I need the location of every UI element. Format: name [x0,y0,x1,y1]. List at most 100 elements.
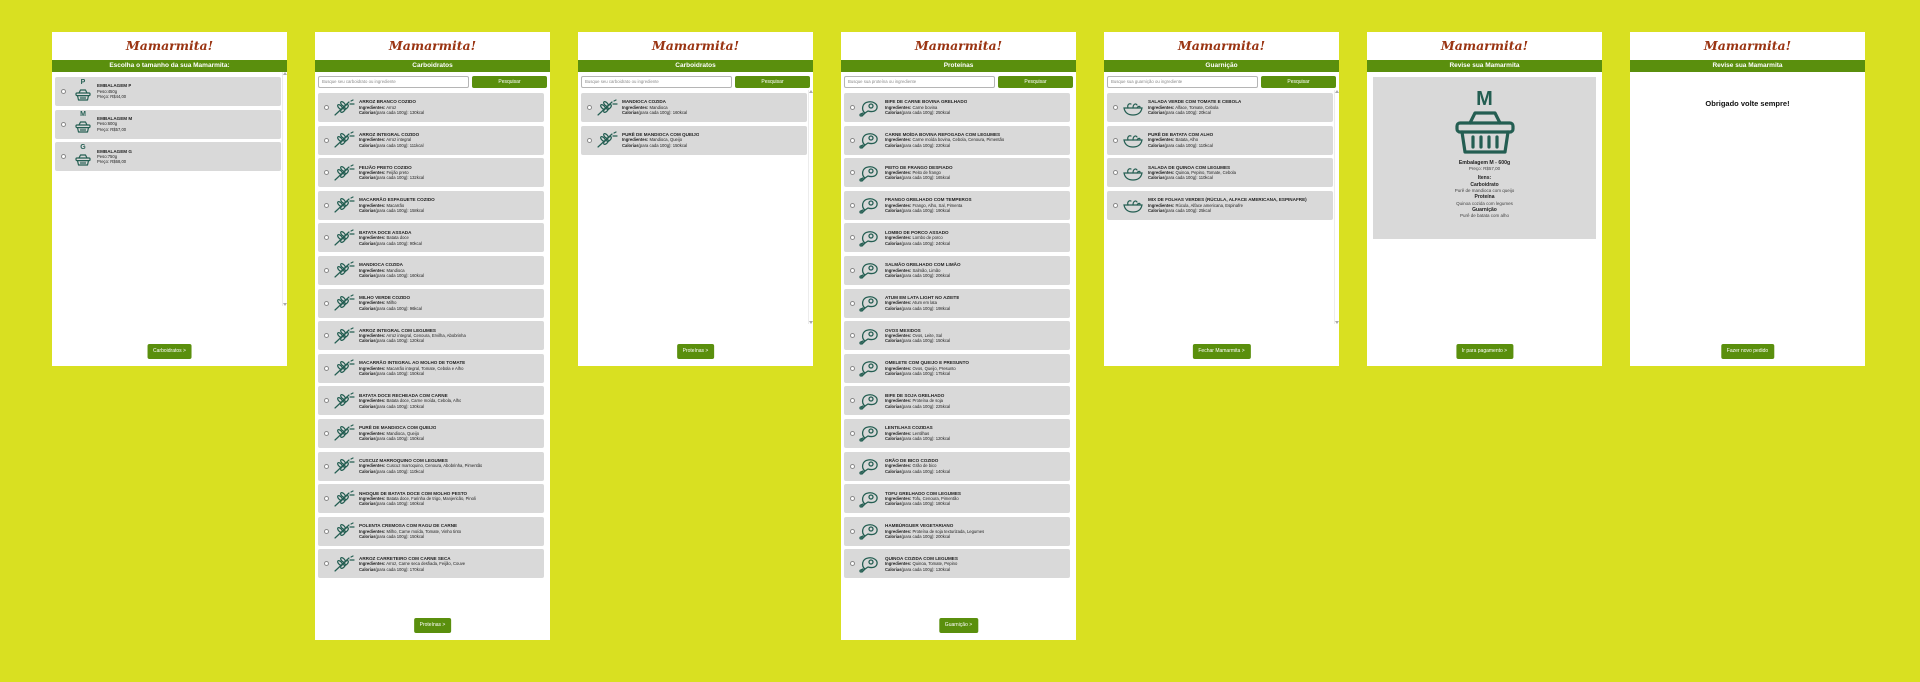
search-input[interactable]: Busque seu carboidrato ou ingrediente [318,76,469,88]
search-button[interactable]: Pesquisar [735,76,810,88]
radio-button[interactable] [61,89,66,94]
search-input[interactable]: Busque seu carboidrato ou ingrediente [581,76,732,88]
carb-option[interactable]: FEIJÃO PRETO COZIDO Ingredientes: Feijão … [318,158,544,188]
radio-button[interactable] [850,267,855,273]
radio-button[interactable] [324,561,329,567]
size-option[interactable]: P EMBALAGEM P Peso:450g Preço: R$44,00 [55,77,281,106]
radio-button[interactable] [850,430,855,436]
radio-button[interactable] [324,267,329,273]
protein-option[interactable]: CARNE MOÍDA BOVINA REFOGADA COM LEGUMES I… [844,125,1070,155]
radio-button[interactable] [850,561,855,567]
carb-option[interactable]: MILHO VERDE COZIDO Ingredientes: Milho Cal… [318,288,544,318]
protein-option[interactable]: OVOS MEXIDOS Ingredientes: Ovos, Leite, S… [844,321,1070,351]
payment-button[interactable]: Ir para pagamento > [1455,344,1514,359]
radio-button[interactable] [324,398,329,404]
radio-button[interactable] [1113,137,1118,143]
next-button[interactable]: Guarnição > [938,618,979,633]
radio-button[interactable] [850,333,855,339]
side-option[interactable]: SALADA DE QUINOA COM LEGUMES Ingredientes… [1107,158,1333,188]
next-button[interactable]: Proteínas > [676,344,715,359]
radio-button[interactable] [324,300,329,306]
radio-button[interactable] [1113,170,1118,176]
carb-option[interactable]: BATATA DOCE RECHEADA COM CARNE Ingredient… [318,386,544,416]
carb-option[interactable]: POLENTA CREMOSA COM RAGU DE CARNE Ingredi… [318,516,544,546]
ingredients-label: Ingredientes: [359,463,386,469]
search-input[interactable]: Busque sua proteína ou ingrediente [844,76,995,88]
protein-option[interactable]: GRÃO DE BICO COZIDO Ingredientes: Grão de… [844,451,1070,481]
search-input[interactable]: Busque sua guarnição ou ingrediente [1107,76,1258,88]
scrollbar[interactable] [1334,90,1339,324]
side-option[interactable]: SALADA VERDE COM TOMATE E CEBOLA Ingredie… [1107,93,1333,122]
radio-button[interactable] [324,170,329,176]
radio-button[interactable] [324,333,329,339]
radio-button[interactable] [61,154,66,160]
protein-option[interactable]: QUINOA COZIDA COM LEGUMES Ingredientes: Q… [844,549,1070,579]
side-option[interactable]: PURÊ DE BATATA COM ALHO Ingredientes: Bat… [1107,125,1333,155]
carb-option[interactable]: MANDIOCA COZIDA Ingredientes: Mandioca Cal… [581,93,807,122]
radio-button[interactable] [324,365,329,371]
radio-button[interactable] [587,137,592,143]
carb-option[interactable]: PURÊ DE MANDIOCA COM QUEIJO Ingredientes:… [318,418,544,448]
radio-button[interactable] [324,137,329,143]
search-button[interactable]: Pesquisar [1261,76,1336,88]
next-button[interactable]: Fechar Mamarmita > [1192,344,1251,359]
radio-button[interactable] [850,105,855,110]
carb-option[interactable]: ARROZ INTEGRAL COZIDO Ingredientes: Arroz… [318,125,544,155]
carb-option[interactable]: NHOQUE DE BATATA DOCE COM MOLHO PESTO Ing… [318,484,544,514]
next-button[interactable]: Proteínas > [413,618,452,633]
radio-button[interactable] [850,398,855,404]
carb-option[interactable]: ARROZ BRANCO COZIDO Ingredientes: Arroz Ca… [318,93,544,122]
radio-button[interactable] [850,235,855,241]
carb-option[interactable]: CUSCUZ MARROQUINO COM LEGUMES Ingrediente… [318,451,544,481]
carb-option[interactable]: BATATA DOCE ASSADA Ingredientes: Batata d… [318,223,544,253]
radio-button[interactable] [324,463,329,469]
protein-option[interactable]: OMELETE COM QUEIJO E PRESUNTO Ingrediente… [844,353,1070,383]
protein-option[interactable]: ATUM EM LATA LIGHT NO AZEITE Ingredientes… [844,288,1070,318]
ingredients-value: Feijão preto [386,169,409,175]
carb-option[interactable]: PURÊ DE MANDIOCA COM QUEIJO Ingredientes:… [581,125,807,155]
radio-button[interactable] [850,463,855,469]
radio-button[interactable] [850,300,855,306]
protein-option[interactable]: SALMÃO GRELHADO COM LIMÃO Ingredientes: S… [844,255,1070,285]
scrollbar[interactable] [282,72,287,306]
ingredients-value: Batata doce [386,235,409,241]
radio-button[interactable] [324,202,329,208]
new-order-button[interactable]: Fazer novo pedido [1720,344,1775,359]
radio-button[interactable] [850,528,855,534]
carb-option[interactable]: MACARRÃO INTEGRAL AO MOLHO DE TOMATE Ingr… [318,353,544,383]
radio-button[interactable] [324,430,329,436]
carb-option[interactable]: MANDIOCA COZIDA Ingredientes: Mandioca Cal… [318,255,544,285]
size-option-text: EMBALAGEM P Peso:450g Preço: R$44,00 [97,83,131,99]
radio-button[interactable] [1113,105,1118,110]
protein-option[interactable]: LOMBO DE PORCO ASSADO Ingredientes: Lombo… [844,223,1070,253]
search-button[interactable]: Pesquisar [998,76,1073,88]
carb-option[interactable]: MACARRÃO ESPAGUETE COZIDO Ingredientes: M… [318,190,544,220]
radio-button[interactable] [850,496,855,502]
protein-option[interactable]: LENTILHAS COZIDAS Ingredientes: Lentilhas… [844,418,1070,448]
radio-button[interactable] [850,170,855,176]
size-option[interactable]: M EMBALAGEM M Peso:600g Preço: R$57,00 [55,109,281,139]
radio-button[interactable] [850,137,855,143]
search-button[interactable]: Pesquisar [472,76,547,88]
radio-button[interactable] [61,121,66,127]
radio-button[interactable] [324,496,329,502]
next-button[interactable]: Carboidratos > [147,344,192,359]
radio-button[interactable] [850,202,855,208]
protein-option[interactable]: BIFE DE CARNE BOVINA GRELHADO Ingrediente… [844,93,1070,122]
carb-option[interactable]: ARROZ CARRETEIRO COM CARNE SECA Ingredien… [318,549,544,579]
protein-option[interactable]: HAMBÚRGUER VEGETARIANO Ingredientes: Prot… [844,516,1070,546]
radio-button[interactable] [850,365,855,371]
radio-button[interactable] [1113,202,1118,208]
size-option[interactable]: G EMBALAGEM G Peso:750g Preço: R$68,00 [55,142,281,172]
radio-button[interactable] [587,105,592,110]
protein-option[interactable]: FRANGO GRELHADO COM TEMPEROS Ingredientes… [844,190,1070,220]
side-option[interactable]: MIX DE FOLHAS VERDES (RÚCULA, ALFACE AME… [1107,190,1333,220]
radio-button[interactable] [324,528,329,534]
radio-button[interactable] [324,105,329,110]
protein-option[interactable]: BIFE DE SOJA GRELHADO Ingredientes: Prote… [844,386,1070,416]
carb-option[interactable]: ARROZ INTEGRAL COM LEGUMES Ingredientes: … [318,321,544,351]
protein-option[interactable]: PEITO DE FRANGO DESFIADO Ingredientes: Pe… [844,158,1070,188]
radio-button[interactable] [324,235,329,241]
protein-option[interactable]: TOFU GRELHADO COM LEGUMES Ingredientes: T… [844,484,1070,514]
scrollbar[interactable] [808,90,813,324]
